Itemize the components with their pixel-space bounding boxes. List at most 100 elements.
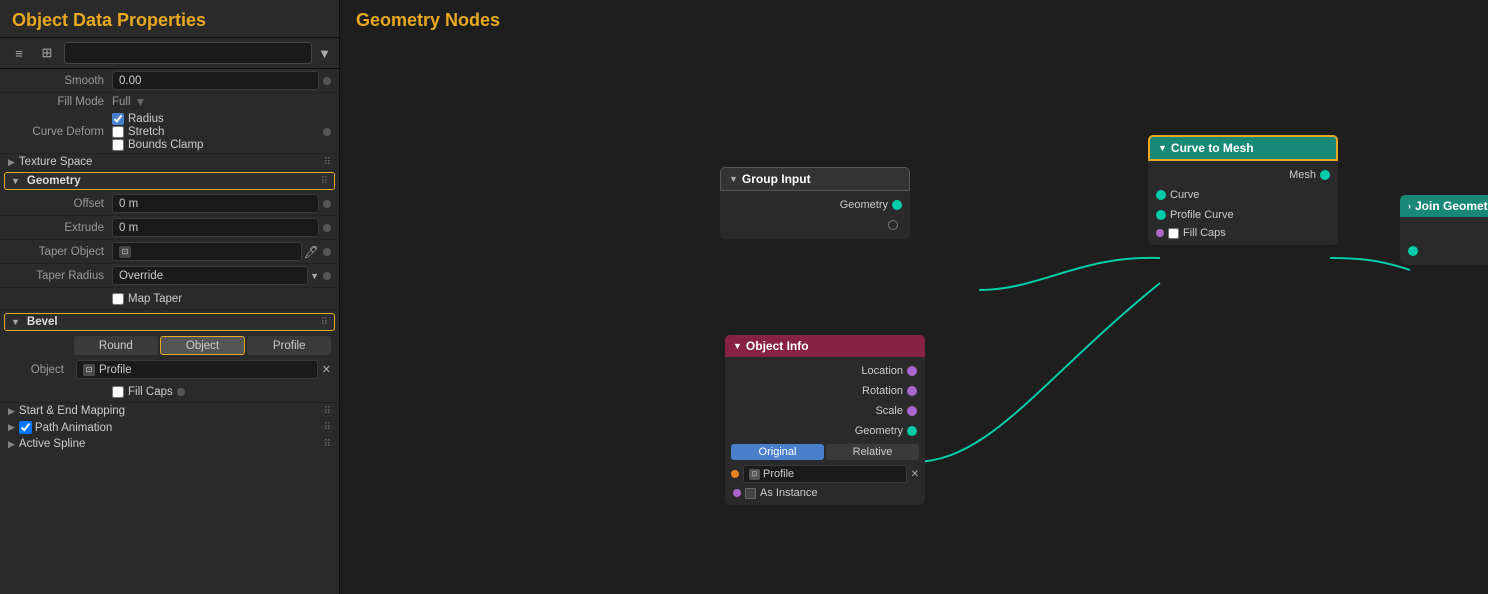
map-taper-checkbox[interactable]: Map Taper [112, 293, 182, 305]
fill-caps-dot[interactable] [177, 388, 185, 396]
texture-space-row[interactable]: ▶ Texture Space ⠿ [0, 154, 339, 170]
props-content: Smooth 0.00 Fill Mode Full ▼ Curve Defor… [0, 69, 339, 594]
curve-deform-dot[interactable] [323, 128, 331, 136]
bevel-profile-button[interactable]: Profile [247, 336, 331, 355]
bevel-chevron: ▼ [11, 317, 20, 327]
geometry-chevron: ▼ [11, 176, 20, 186]
start-end-arrow: ▶ [8, 406, 15, 417]
join-geometry-node: › Join Geometry ⠿ [1400, 195, 1488, 265]
taper-radius-label: Taper Radius [12, 270, 112, 282]
pin-icon[interactable]: ▼ [318, 46, 331, 61]
ctm-mesh-label: Mesh [1289, 169, 1316, 181]
radius-checkbox[interactable]: Radius [112, 113, 319, 125]
ctm-curve-label: Curve [1170, 189, 1199, 201]
right-panel-title: Geometry Nodes [340, 0, 516, 37]
oi-location-row: Location [725, 361, 925, 381]
group-input-geometry-socket[interactable] [892, 200, 902, 210]
offset-dot[interactable] [323, 200, 331, 208]
object-field-icon: ⊡ [83, 364, 95, 376]
path-animation-checkbox[interactable]: Path Animation [19, 421, 112, 434]
active-spline-row[interactable]: ▶ Active Spline ⠿ [0, 436, 339, 452]
extrude-dot[interactable] [323, 224, 331, 232]
ctm-fillcaps-socket[interactable] [1156, 229, 1164, 237]
taper-radius-dot[interactable] [323, 272, 331, 280]
curve-to-mesh-title: Curve to Mesh [1171, 141, 1254, 155]
object-info-body: Location Rotation Scale Geometry Origina… [725, 357, 925, 505]
start-end-mapping-row[interactable]: ▶ Start & End Mapping ⠿ [0, 403, 339, 419]
ctm-curve-row: Curve [1148, 185, 1338, 205]
bevel-section-dots: ⠿ [321, 317, 328, 328]
bevel-section-header[interactable]: ▼ Bevel ⠿ [4, 313, 335, 331]
bounds-clamp-checkbox[interactable]: Bounds Clamp [112, 139, 319, 151]
bounds-clamp-check[interactable] [112, 139, 124, 151]
bevel-buttons-row: Round Object Profile [0, 333, 339, 358]
map-taper-check[interactable] [112, 293, 124, 305]
ctm-curve-socket[interactable] [1156, 190, 1166, 200]
fill-mode-value[interactable]: Full [112, 96, 131, 108]
join-geometry-header: › Join Geometry ⠿ [1400, 195, 1488, 217]
oi-profile-field[interactable]: ⊡ Profile [743, 465, 907, 483]
taper-object-edit[interactable]: 🖊 [304, 245, 319, 259]
path-animation-dots: ⠿ [324, 422, 331, 433]
smooth-value[interactable]: 0.00 [112, 71, 319, 90]
oi-relative-button[interactable]: Relative [826, 444, 919, 460]
taper-radius-value[interactable]: Override [112, 266, 308, 285]
extrude-value[interactable]: 0 m [112, 218, 319, 237]
smooth-dot[interactable] [323, 77, 331, 85]
taper-radius-row: Taper Radius Override ▼ [0, 264, 339, 288]
curve-to-mesh-header: ▼ Curve to Mesh [1148, 135, 1338, 161]
extrude-row: Extrude 0 m [0, 216, 339, 240]
stretch-check[interactable] [112, 126, 124, 138]
ctm-mesh-socket[interactable] [1320, 170, 1330, 180]
ctm-profile-label: Profile Curve [1170, 209, 1234, 221]
oi-geometry-socket[interactable] [907, 426, 917, 436]
stretch-checkbox[interactable]: Stretch [112, 126, 319, 138]
taper-object-dot[interactable] [323, 248, 331, 256]
start-end-dots: ⠿ [324, 406, 331, 417]
group-input-body: Geometry [720, 191, 910, 239]
taper-object-row: Taper Object ⊡ 🖊 [0, 240, 339, 264]
bevel-object-button[interactable]: Object [160, 336, 246, 355]
path-animation-check[interactable] [19, 421, 32, 434]
offset-value[interactable]: 0 m [112, 194, 319, 213]
curve-deform-row: Curve Deform Radius Stretch Bounds Clamp [0, 111, 339, 154]
texture-space-label: Texture Space [19, 156, 93, 168]
geometry-section-header[interactable]: ▼ Geometry ⠿ [4, 172, 335, 190]
object-info-chevron: ▼ [733, 341, 742, 351]
oi-original-button[interactable]: Original [731, 444, 824, 460]
oi-clear-button[interactable]: ✕ [911, 469, 919, 480]
smooth-label: Smooth [12, 75, 112, 87]
object-field-row: Object ⊡ Profile ✕ [0, 358, 339, 381]
object-clear-button[interactable]: ✕ [322, 363, 331, 376]
jg-input-socket[interactable] [1408, 246, 1418, 256]
oi-as-instance-check[interactable] [745, 488, 756, 499]
toolbar-row: ≡ ⊞ ▼ [0, 38, 339, 69]
active-spline-dots: ⠿ [324, 439, 331, 450]
taper-object-label: Taper Object [12, 246, 112, 258]
oi-rotation-socket[interactable] [907, 386, 917, 396]
oi-dot-purple [733, 489, 741, 497]
path-animation-row[interactable]: ▶ Path Animation ⠿ [0, 419, 339, 436]
ctm-profile-socket[interactable] [1156, 210, 1166, 220]
ctm-fillcaps-check[interactable] [1168, 228, 1179, 239]
map-taper-row: Map Taper [0, 288, 339, 310]
oi-scale-socket[interactable] [907, 406, 917, 416]
search-input[interactable] [64, 42, 312, 64]
map-taper-label: Map Taper [128, 293, 182, 305]
radius-check[interactable] [112, 113, 124, 125]
object-field[interactable]: ⊡ Profile [76, 360, 318, 379]
menu-icon[interactable]: ≡ [8, 42, 30, 64]
jg-input-row [1400, 241, 1488, 261]
object-field-label: Object [12, 364, 72, 376]
bevel-round-button[interactable]: Round [74, 336, 158, 355]
oi-location-socket[interactable] [907, 366, 917, 376]
curve-to-mesh-chevron: ▼ [1158, 143, 1167, 153]
ctm-fillcaps-label: Fill Caps [1183, 227, 1226, 239]
fill-caps-check[interactable] [112, 386, 124, 398]
oi-scale-row: Scale [725, 401, 925, 421]
view-icon[interactable]: ⊞ [36, 42, 58, 64]
fill-caps-checkbox[interactable]: Fill Caps [112, 386, 173, 398]
taper-object-value[interactable]: ⊡ [112, 242, 302, 261]
taper-radius-arrow[interactable]: ▼ [310, 271, 319, 281]
fill-mode-arrow: ▼ [135, 95, 147, 109]
